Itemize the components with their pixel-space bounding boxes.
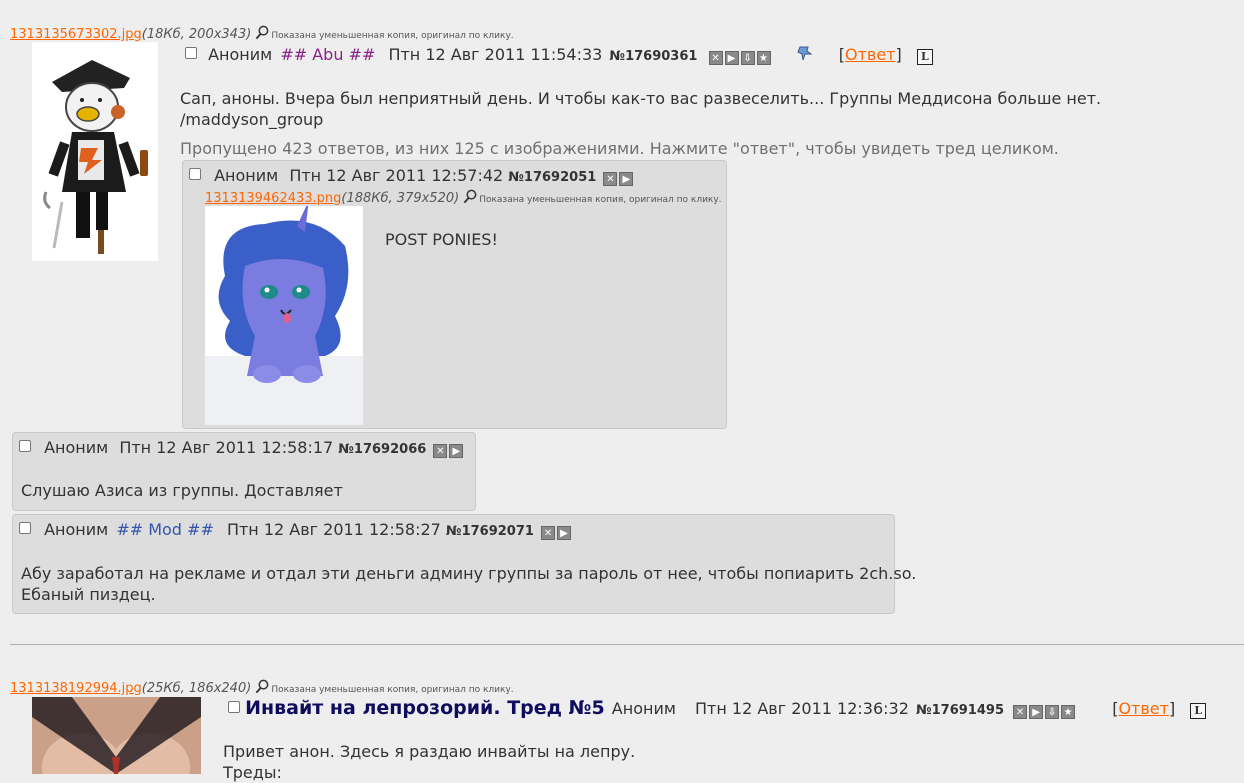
thread2-select-checkbox[interactable] — [228, 701, 240, 713]
thread1-message: Сап, аноны. Вчера был неприятный день. И… — [180, 88, 1101, 130]
magnifier-icon — [256, 679, 269, 694]
thread2-reply-link[interactable]: Ответ — [1118, 699, 1169, 718]
reply2-select-checkbox[interactable] — [19, 440, 31, 452]
reply1-post-number[interactable]: №17692051 — [508, 170, 596, 185]
hide-icon[interactable]: ✕ — [708, 51, 723, 65]
thread1-header: Аноним ## Abu ## Птн 12 Авг 2011 11:54:3… — [185, 44, 933, 65]
reply1-message: POST PONIES! — [385, 230, 498, 249]
reply3-message-line1: Абу заработал на рекламе и отдал эти ден… — [21, 564, 917, 583]
reply3-message-line2: Ебаный пиздец. — [21, 585, 156, 604]
pin-icon[interactable] — [796, 44, 816, 62]
download-icon[interactable]: ⇩ — [1045, 705, 1060, 719]
thread2-file-link[interactable]: 1313138192994.jpg — [10, 681, 142, 696]
thread2-file-note: Показана уменьшенная копия, оригинал по … — [271, 685, 514, 695]
hide-icon[interactable]: ✕ — [603, 172, 618, 186]
thread2-post-number[interactable]: №17691495 — [916, 703, 1004, 718]
thread1-reply-link[interactable]: Ответ — [845, 45, 896, 64]
thread2-message-line2: Треды: — [223, 763, 282, 782]
l-icon[interactable]: L — [1190, 703, 1207, 719]
thread2-thumbnail[interactable] — [32, 697, 201, 774]
reply3-poster-name: Аноним — [44, 520, 109, 539]
thread2-message-line1: Привет анон. Здесь я раздаю инвайты на л… — [223, 742, 636, 761]
reply1-file-info: (188Кб, 379x520) — [341, 191, 460, 206]
thread1-post-number[interactable]: №17690361 — [609, 49, 697, 64]
expand-icon[interactable]: ▶ — [557, 526, 572, 540]
reply3-date: Птн 12 Авг 2011 12:58:27 — [226, 520, 441, 539]
reply1-file-link[interactable]: 1313139462433.png — [205, 191, 341, 206]
reply3-post-number[interactable]: №17692071 — [446, 524, 534, 539]
thread2-file-info-line: 1313138192994.jpg(25Кб, 186x240) Показана… — [10, 677, 514, 696]
thread1-message-line1: Сап, аноны. Вчера был неприятный день. И… — [180, 89, 1102, 108]
reply1-header: Аноним Птн 12 Авг 2011 12:57:42 №1769205… — [189, 166, 635, 186]
star-icon[interactable]: ★ — [756, 51, 771, 65]
reply3-header: Аноним ## Mod ## Птн 12 Авг 2011 12:58:2… — [19, 520, 573, 540]
reply2-post-number[interactable]: №17692066 — [338, 442, 426, 457]
thread1-omitted-notice: Пропущено 423 ответов, из них 125 с изоб… — [180, 139, 1059, 158]
thread1-date: Птн 12 Авг 2011 11:54:33 — [388, 45, 603, 64]
thread1-message-line2: /maddyson_group — [180, 110, 324, 129]
thread2-image — [32, 697, 201, 774]
star-icon[interactable]: ★ — [1061, 705, 1076, 719]
thread2-date: Птн 12 Авг 2011 12:36:32 — [695, 699, 909, 718]
hide-icon[interactable]: ✕ — [1013, 705, 1028, 719]
expand-icon[interactable]: ▶ — [449, 444, 464, 458]
reply-post: Аноним Птн 12 Авг 2011 12:57:42 №1769205… — [182, 160, 727, 429]
l-icon[interactable]: L — [916, 49, 933, 65]
reply3-message: Абу заработал на рекламе и отдал эти ден… — [21, 563, 916, 605]
reply2-header: Аноним Птн 12 Авг 2011 12:58:17 №1769206… — [19, 438, 465, 458]
thread2-reply-bracket: [Ответ] — [1112, 699, 1176, 718]
thread1-file-link[interactable]: 1313135673302.jpg — [10, 27, 142, 42]
reply1-poster-name: Аноним — [214, 166, 279, 185]
thread2-header: Инвайт на лепрозорий. Тред №5 Аноним Птн… — [228, 697, 1207, 719]
reply3-select-checkbox[interactable] — [19, 522, 31, 534]
reply3-tripcode: ## Mod ## — [116, 520, 214, 539]
download-icon[interactable]: ⇩ — [740, 51, 755, 65]
reply2-message: Слушаю Азиса из группы. Доставляет — [21, 481, 343, 500]
thread2-message: Привет анон. Здесь я раздаю инвайты на л… — [223, 741, 635, 783]
pony-image — [205, 200, 363, 425]
magnifier-icon — [256, 25, 269, 40]
expand-icon[interactable]: ▶ — [619, 172, 634, 186]
pirate-cartoon-image — [43, 60, 148, 254]
hide-icon[interactable]: ✕ — [541, 526, 556, 540]
reply-post: Аноним Птн 12 Авг 2011 12:58:17 №1769206… — [12, 432, 476, 511]
thread2-poster-name: Аноним — [611, 699, 676, 718]
thread1-reply-bracket: [Ответ] — [838, 45, 902, 64]
hide-icon[interactable]: ✕ — [433, 444, 448, 458]
thread2-subject: Инвайт на лепрозорий. Тред №5 — [245, 697, 605, 719]
thread1-select-checkbox[interactable] — [185, 47, 197, 59]
reply1-thumbnail[interactable] — [205, 200, 363, 425]
thread1-thumbnail[interactable] — [32, 42, 158, 261]
reply2-date: Птн 12 Авг 2011 12:58:17 — [119, 438, 334, 457]
thread-divider — [10, 644, 1244, 645]
reply1-date: Птн 12 Авг 2011 12:57:42 — [289, 166, 504, 185]
expand-icon[interactable]: ▶ — [1029, 705, 1044, 719]
expand-icon[interactable]: ▶ — [724, 51, 739, 65]
thread1-tripcode: ## Abu ## — [280, 45, 376, 64]
thread1-file-note: Показана уменьшенная копия, оригинал по … — [271, 31, 514, 41]
magnifier-icon — [463, 189, 477, 204]
reply1-file-info-line: 1313139462433.png(188Кб, 379x520) Показан… — [205, 187, 722, 206]
thread1-poster-name: Аноним — [208, 45, 273, 64]
reply1-file-note: Показана уменьшенная копия, оригинал по … — [479, 195, 722, 205]
reply2-poster-name: Аноним — [44, 438, 109, 457]
thread1-file-info: (18Кб, 200x343) — [141, 27, 252, 42]
reply-post: Аноним ## Mod ## Птн 12 Авг 2011 12:58:2… — [12, 514, 916, 614]
thread2-file-info: (25Кб, 186x240) — [141, 681, 252, 696]
thread1-file-info-line: 1313135673302.jpg(18Кб, 200x343) Показана… — [10, 23, 514, 42]
reply1-select-checkbox[interactable] — [189, 168, 201, 180]
